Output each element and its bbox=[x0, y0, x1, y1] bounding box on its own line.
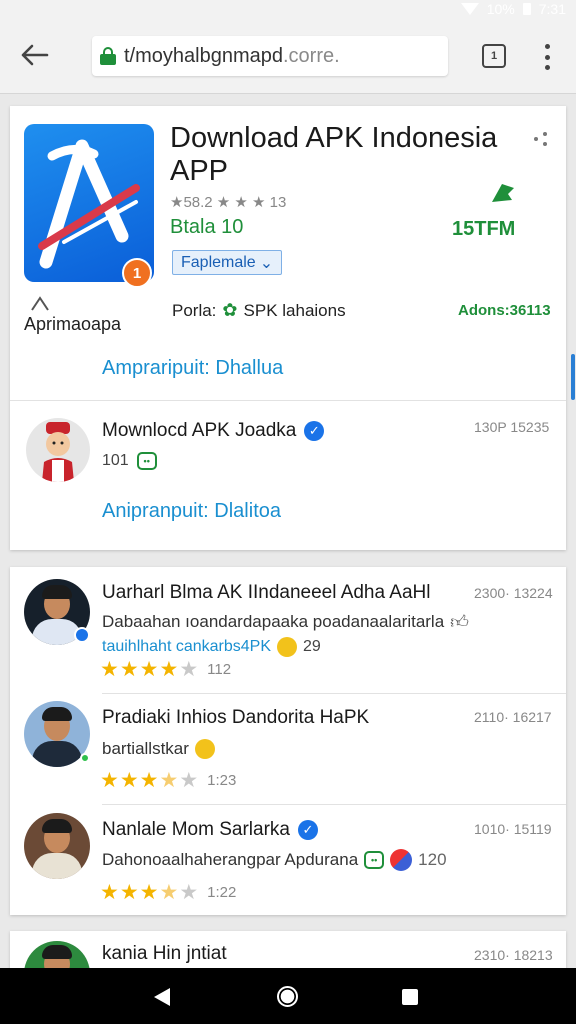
star-icon: ★ bbox=[159, 881, 179, 904]
app-size: 15TFM bbox=[452, 218, 516, 240]
verified-icon: ✓ bbox=[304, 421, 325, 441]
emoji-icon bbox=[277, 637, 297, 657]
download-title[interactable]: Mownlocd APK Joadka ✓ bbox=[102, 420, 325, 442]
flag-icon[interactable] bbox=[488, 180, 516, 204]
mascot-avatar[interactable] bbox=[26, 418, 90, 482]
star-icon: ★ bbox=[100, 769, 119, 792]
star-icon: ★ bbox=[179, 769, 199, 792]
star-icon: ★ bbox=[139, 658, 159, 681]
reviewer-name[interactable]: Pradiaki Inhios Dandorita HaPK bbox=[102, 707, 369, 729]
star-rating: ★ ★ ★ ★ ★ 112 bbox=[100, 658, 232, 681]
rating-count: 112 bbox=[207, 661, 232, 678]
battery-icon bbox=[522, 3, 531, 15]
chat-icon: •• bbox=[364, 851, 385, 869]
app-title: Download APK Indonesia APP bbox=[170, 122, 498, 187]
tab-switcher-button[interactable]: 1 bbox=[482, 44, 506, 68]
porla-row: Porla: ✿ SPK lahaions bbox=[172, 300, 346, 321]
review-time: 2300· 13224 bbox=[474, 585, 553, 601]
reviewer-name[interactable]: Nanlale Mom Sarlarka ✓ bbox=[102, 819, 318, 841]
status-icons: 10% 7:31 bbox=[460, 0, 566, 18]
porla-label: Porla: bbox=[172, 300, 217, 320]
review-time: 1010· 15119 bbox=[474, 821, 552, 837]
review-text: bartiallstkar bbox=[102, 739, 215, 759]
chevron-down-icon: ⌄ bbox=[259, 254, 274, 272]
star-icon: ★ bbox=[119, 881, 139, 904]
thumb-up-icon[interactable]: 👍︎ bbox=[450, 611, 469, 633]
back-arrow-icon[interactable] bbox=[20, 44, 50, 66]
developer-logo-icon bbox=[31, 296, 49, 311]
app-card: 1 Download APK Indonesia APP ★58.2 ★ ★ ★… bbox=[10, 106, 566, 550]
star-icon: ★ bbox=[159, 658, 179, 681]
reaction-count: 29 bbox=[303, 638, 321, 655]
variant-select-label: Faplemale bbox=[181, 253, 256, 271]
sticker-icon bbox=[390, 849, 413, 871]
overflow-menu-icon[interactable] bbox=[543, 44, 551, 70]
beta-label: Btala 10 bbox=[170, 216, 244, 238]
avatar[interactable] bbox=[24, 813, 90, 879]
download-title-text: Mownlocd APK Joadka bbox=[102, 420, 297, 441]
porla-value: SPK lahaions bbox=[243, 300, 346, 320]
star-icon: ★ bbox=[139, 769, 159, 792]
star-icon: ★ bbox=[100, 658, 119, 681]
clover-icon: ✿ bbox=[222, 300, 238, 320]
rating-count: 1:23 bbox=[207, 772, 237, 789]
battery-percent: 10% bbox=[486, 1, 515, 17]
variant-select[interactable]: Faplemale ⌄ bbox=[172, 250, 283, 275]
reaction-count: 120 bbox=[418, 850, 447, 869]
app-link[interactable]: Ampraripuit: Dhallua bbox=[102, 357, 283, 380]
reviews-card: Uarharl Blma AK IIndaneeel Adha AaHl 230… bbox=[10, 567, 566, 915]
reviewer-name[interactable]: Uarharl Blma AK IIndaneeel Adha AaHl bbox=[102, 582, 430, 604]
review-time: 2310· 18213 bbox=[474, 947, 553, 963]
browser-toolbar: t/moyhalbgnmapd.corre. 1 bbox=[0, 22, 576, 94]
divider bbox=[10, 400, 566, 401]
reviewer-name[interactable]: kania Hin jntiat bbox=[102, 943, 227, 965]
download-time: 130P 15235 bbox=[474, 419, 550, 435]
star-icon: ★ bbox=[179, 658, 199, 681]
star-icon: ★ bbox=[179, 881, 199, 904]
address-bar[interactable]: t/moyhalbgnmapd.corre. bbox=[92, 36, 448, 76]
developer-name[interactable]: Aprimaoapa bbox=[24, 314, 121, 335]
star-icon: ★ bbox=[119, 658, 139, 681]
wifi-icon bbox=[460, 3, 479, 15]
share-icon[interactable] bbox=[534, 132, 548, 146]
download-count: 101 bbox=[102, 452, 129, 469]
verified-icon: ✓ bbox=[297, 820, 318, 840]
divider bbox=[102, 693, 566, 694]
clock: 7:31 bbox=[538, 1, 566, 17]
rating-count: 1:22 bbox=[207, 884, 237, 901]
review-text: Dabaahan ıoandardapaaka poadanaalaritarl… bbox=[102, 611, 469, 633]
download-count-row: 101 •• bbox=[102, 452, 157, 470]
review-text: Dahonoaalhaherangpar Apdurana •• 120 bbox=[102, 849, 447, 871]
star-rating: ★ ★ ★ ★ ★ 1:23 bbox=[100, 769, 237, 792]
reviewer-name-text: Nanlale Mom Sarlarka bbox=[102, 819, 290, 840]
status-bar: 10% 7:31 bbox=[0, 0, 576, 22]
divider bbox=[102, 804, 566, 805]
adons-count: Adons:36113 bbox=[458, 302, 551, 319]
star-icon: ★ bbox=[139, 881, 159, 904]
star-rating: ★ ★ ★ ★ ★ 1:22 bbox=[100, 881, 237, 904]
nav-home-icon[interactable] bbox=[277, 986, 298, 1007]
online-status-icon bbox=[80, 753, 90, 763]
notification-badge: 1 bbox=[122, 258, 152, 288]
emoji-icon bbox=[194, 739, 215, 759]
scrollbar[interactable] bbox=[571, 354, 575, 400]
system-nav-bar bbox=[0, 968, 576, 1024]
rating-meta: ★58.2 ★ ★ ★ 13 bbox=[170, 194, 287, 211]
review-time: 2110· 16217 bbox=[474, 709, 552, 725]
url-text: t/moyhalbgnmapd.corre. bbox=[124, 44, 340, 67]
review-text-content: bartiallstkar bbox=[102, 739, 189, 758]
download-link[interactable]: Anipranpuit: Dlalitoa bbox=[102, 500, 281, 523]
lock-icon bbox=[100, 47, 116, 65]
verified-icon bbox=[74, 627, 90, 643]
review-subtext-content[interactable]: tauihlhaht cankarbs4PK bbox=[102, 638, 271, 656]
nav-back-icon[interactable] bbox=[154, 988, 170, 1006]
review-text-content: Dabaahan ıoandardapaaka poadanaalaritarl… bbox=[102, 612, 445, 631]
star-icon: ★ bbox=[159, 769, 179, 792]
review-subtext: tauihlhaht cankarbs4PK 29 bbox=[102, 637, 321, 657]
chat-icon: •• bbox=[136, 452, 157, 470]
star-icon: ★ bbox=[100, 881, 119, 904]
star-icon: ★ bbox=[119, 769, 139, 792]
review-text-content: Dahonoaalhaherangpar Apdurana bbox=[102, 850, 359, 869]
nav-recents-icon[interactable] bbox=[402, 989, 418, 1005]
